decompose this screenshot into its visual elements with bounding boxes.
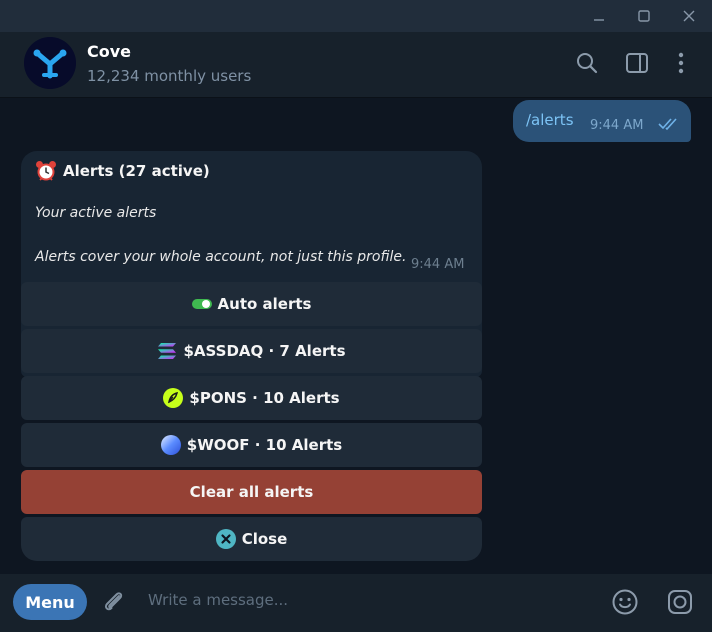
- chat-subtitle: 12,234 monthly users: [87, 67, 252, 85]
- clear-all-alerts-button[interactable]: Clear all alerts: [21, 470, 482, 514]
- clear-all-alerts-label: Clear all alerts: [189, 483, 314, 501]
- menu-button[interactable]: Menu: [13, 584, 87, 620]
- camera-icon[interactable]: [666, 588, 694, 616]
- search-icon[interactable]: [574, 50, 600, 76]
- message-input[interactable]: [148, 591, 568, 609]
- message-list: /alerts 9:44 AM Alerts (27 active) Your …: [0, 98, 712, 574]
- close-button[interactable]: Close: [21, 517, 482, 561]
- sidebar-icon[interactable]: [624, 50, 650, 76]
- woof-alerts-button[interactable]: $WOOF · 10 Alerts: [21, 423, 482, 467]
- woof-icon: [160, 435, 181, 455]
- assdaq-alerts-label: $ASSDAQ · 7 Alerts: [183, 342, 346, 360]
- message-time: 9:44 AM: [411, 257, 465, 272]
- minimize-icon[interactable]: [576, 0, 622, 32]
- pons-alerts-label: $PONS · 10 Alerts: [189, 389, 340, 407]
- alarm-clock-icon: [35, 160, 57, 182]
- assdaq-alerts-button[interactable]: $ASSDAQ · 7 Alerts: [21, 329, 482, 373]
- pons-alerts-button[interactable]: $PONS · 10 Alerts: [21, 376, 482, 420]
- message-time: 9:44 AM: [590, 118, 644, 133]
- read-checks-icon: [658, 116, 682, 135]
- auto-alerts-button[interactable]: Auto alerts: [21, 282, 482, 326]
- outgoing-message[interactable]: /alerts 9:44 AM: [513, 100, 691, 142]
- solana-icon: [157, 342, 177, 360]
- attach-icon[interactable]: [100, 588, 128, 620]
- active-alerts-text: Your active alerts: [35, 205, 157, 221]
- cove-logo-icon: [24, 37, 76, 89]
- chat-header: Cove 12,234 monthly users: [0, 32, 712, 98]
- window-titlebar: [0, 0, 712, 32]
- close-window-icon[interactable]: [666, 0, 712, 32]
- maximize-icon[interactable]: [621, 0, 667, 32]
- alerts-title-text: Alerts (27 active): [63, 162, 210, 180]
- close-circle-icon: [215, 529, 236, 549]
- auto-alerts-label: Auto alerts: [217, 295, 312, 313]
- message-composer: Menu: [0, 574, 712, 632]
- pons-icon: [163, 388, 184, 408]
- outgoing-message-text[interactable]: /alerts: [526, 111, 574, 129]
- more-icon[interactable]: [668, 50, 694, 76]
- avatar[interactable]: [24, 37, 76, 89]
- chat-title: Cove: [87, 42, 132, 61]
- toggle-icon: [191, 298, 212, 310]
- close-label: Close: [241, 530, 288, 548]
- woof-alerts-label: $WOOF · 10 Alerts: [186, 436, 343, 454]
- alerts-heading: Alerts (27 active): [35, 160, 210, 182]
- alerts-scope-text: Alerts cover your whole account, not jus…: [35, 249, 407, 265]
- emoji-icon[interactable]: [611, 588, 639, 616]
